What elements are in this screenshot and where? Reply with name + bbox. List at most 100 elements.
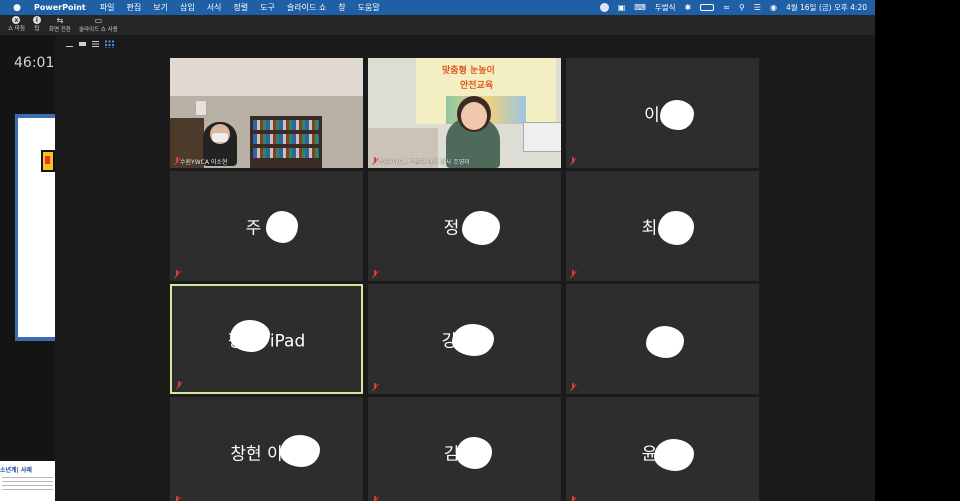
elapsed-timer: 46:01 (14, 55, 55, 71)
tips-button[interactable]: i 팁 (32, 16, 41, 32)
participant-tile[interactable]: 강 (368, 284, 561, 394)
mic-muted-icon (569, 157, 577, 165)
use-slideshow-button[interactable]: ▭ 슬라이드 쇼 사용 (79, 16, 118, 33)
participant-tile[interactable]: 이 현 (566, 58, 759, 168)
swap-displays-button[interactable]: ⇆ 화면 전환 (49, 16, 71, 33)
menu-window[interactable]: 창 (338, 2, 345, 13)
participant-tile[interactable]: 창현 이 (170, 397, 363, 501)
status-area: ▣ ⌨ 두벌식 ✱ ≈ ⚲ ☰ ◉ 4월 16일 (금) 오후 4:20 (599, 0, 867, 15)
swap-icon: ⇆ (56, 16, 64, 25)
screen: ● PowerPoint 파일 편집 보기 삽입 서식 정렬 도구 슬라이드 쇼… (0, 0, 960, 501)
menu-view[interactable]: 보기 (153, 2, 168, 13)
divider (2, 477, 53, 478)
redaction-blob (462, 211, 500, 245)
camera-icon[interactable]: ▣ (618, 3, 626, 12)
participant-tile[interactable]: 정 (368, 171, 561, 281)
zoom-status-icon[interactable] (599, 3, 609, 12)
redaction-blob (280, 435, 320, 467)
books (253, 120, 319, 130)
current-slide-thumbnail[interactable] (15, 114, 55, 341)
participant-gallery: 수원YWCA 이소현 맞춤형 눈높이 안전교육 수원YWCA 고등체 안전 강사… (55, 55, 875, 501)
mac-menu-bar: ● PowerPoint 파일 편집 보기 삽입 서식 정렬 도구 슬라이드 쇼… (0, 0, 875, 15)
face-mask (212, 133, 228, 142)
divider (2, 489, 53, 490)
participant-name-label: 수원YWCA 이소현 (180, 159, 228, 166)
menu-edit[interactable]: 편집 (126, 2, 141, 13)
divider (2, 481, 53, 482)
mic-muted-icon (371, 496, 379, 501)
menu-list: PowerPoint 파일 편집 보기 삽입 서식 정렬 도구 슬라이드 쇼 창… (34, 2, 392, 13)
gallery-view-icon[interactable] (105, 39, 114, 48)
next-slide-preview[interactable]: 소년계| 사례 (0, 461, 55, 501)
redaction-blob (266, 211, 298, 243)
offscreen-area (875, 0, 960, 501)
participant-name-label: 수원YWCA 고등체 안전 강사 조영미 (378, 159, 470, 166)
menu-app-name[interactable]: PowerPoint (34, 3, 86, 12)
redaction-blob (660, 100, 694, 130)
books (253, 134, 319, 144)
participant-tile[interactable] (566, 284, 759, 394)
divider (2, 485, 53, 486)
swap-displays-label: 화면 전환 (48, 27, 71, 33)
banner-text: 맞춤형 눈높이 (442, 66, 495, 76)
battery-icon[interactable] (700, 4, 715, 11)
banner-text: 안전교육 (460, 81, 494, 91)
mic-muted-icon (173, 270, 181, 278)
bluetooth-icon[interactable]: ✱ (685, 3, 692, 12)
menu-slideshow[interactable]: 슬라이드 쇼 (287, 2, 326, 13)
redaction-blob (452, 324, 494, 356)
end-show-button[interactable]: x 쇼 마침 (8, 16, 25, 32)
video-background (195, 100, 207, 116)
mic-muted-icon (371, 270, 379, 278)
menu-format[interactable]: 서식 (207, 2, 222, 13)
menu-tools[interactable]: 도구 (260, 2, 275, 13)
view-controls (66, 39, 114, 48)
siri-icon[interactable]: ◉ (770, 3, 777, 12)
video-background (523, 122, 561, 152)
tips-label: 팁 (34, 26, 40, 32)
apple-icon[interactable]: ● (10, 3, 24, 13)
redaction-blob (230, 320, 270, 352)
menu-arrange[interactable]: 정렬 (233, 2, 248, 13)
next-slide-title: 소년계| 사례 (0, 467, 32, 474)
mic-muted-icon (173, 496, 181, 501)
menu-help[interactable]: 도움말 (358, 2, 380, 13)
bookshelf (250, 116, 322, 168)
redaction-blob (456, 437, 492, 469)
participant-tile[interactable]: 김 (368, 397, 561, 501)
presenter-pane: 46:01 (0, 35, 55, 501)
info-icon: i (32, 16, 41, 24)
speaker-view-icon[interactable] (79, 41, 86, 46)
mic-muted-icon (569, 496, 577, 501)
search-icon[interactable]: ⚲ (739, 3, 745, 12)
x-circle-icon: x (12, 16, 21, 24)
list-view-icon[interactable] (92, 40, 99, 47)
redaction-blob (646, 326, 684, 358)
participant-tile[interactable]: 주 (170, 171, 363, 281)
control-center-icon[interactable]: ☰ (754, 3, 761, 12)
display-icon: ▭ (94, 16, 103, 25)
mic-muted-icon (175, 381, 183, 389)
menu-file[interactable]: 파일 (100, 2, 115, 13)
participant-face (461, 102, 487, 130)
participant-tile[interactable]: 맞춤형 눈높이 안전교육 수원YWCA 고등체 안전 강사 조영미 (368, 58, 561, 168)
participant-tile[interactable]: 윤 (566, 397, 759, 501)
end-show-label: 쇼 마침 (8, 26, 25, 32)
input-method-label[interactable]: 두벌식 (655, 2, 676, 13)
keyboard-icon[interactable]: ⌨ (634, 3, 646, 12)
menu-insert[interactable]: 삽입 (180, 2, 195, 13)
minimize-icon[interactable] (66, 45, 73, 47)
participant-tile[interactable]: 수원YWCA 이소현 (170, 58, 363, 168)
use-slideshow-label: 슬라이드 쇼 사용 (78, 27, 118, 33)
redaction-blob (658, 211, 694, 245)
mic-muted-icon (569, 270, 577, 278)
slide-graphic (41, 150, 55, 172)
clock[interactable]: 4월 16일 (금) 오후 4:20 (786, 2, 867, 13)
participant-tile[interactable]: 최 (566, 171, 759, 281)
participant-tile-active-speaker[interactable]: 정 의 iPad (170, 284, 363, 394)
books (253, 148, 319, 158)
wifi-icon[interactable]: ≈ (723, 3, 730, 12)
mic-muted-icon (371, 383, 379, 391)
redaction-blob (654, 439, 694, 471)
zoom-window-header (55, 35, 875, 55)
